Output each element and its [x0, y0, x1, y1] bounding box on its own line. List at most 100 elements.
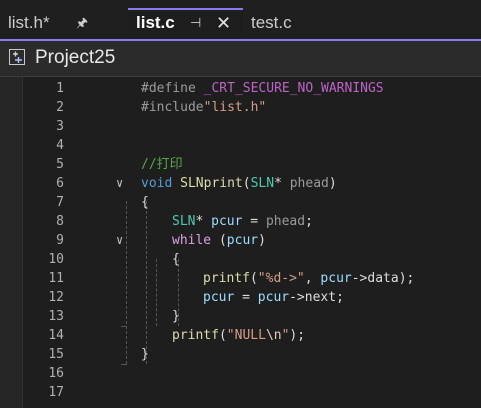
tab-label: list.c [136, 13, 175, 32]
code-text: while (pcur) [172, 231, 266, 250]
code-line[interactable]: 1 #define _CRT_SECURE_NO_WARNINGS [0, 79, 481, 98]
code-line[interactable]: 7 { [0, 193, 481, 212]
code-token: SLN [172, 214, 196, 229]
code-token: "NULL [226, 328, 266, 343]
line-number: 17 [48, 385, 64, 400]
code-token: phead [265, 214, 306, 229]
tab-bar: list.h* 🖈 list.c ⊣ ✕ test.c [0, 0, 481, 41]
code-token: = [242, 214, 266, 229]
code-token: \n [265, 328, 282, 343]
code-token: "%d->" [257, 271, 305, 286]
code-token: pcur [226, 233, 259, 248]
code-brace: } [141, 347, 149, 362]
line-number: 1 [56, 81, 64, 96]
tab-label: test.c [251, 13, 292, 32]
code-token: SLNprint [180, 176, 243, 191]
code-line[interactable]: 5 //打印 [0, 155, 481, 174]
code-line[interactable]: 12 pcur = pcur->next; [0, 288, 481, 307]
close-icon[interactable]: ✕ [216, 8, 231, 38]
project-icon [9, 49, 25, 65]
code-token: = [234, 290, 258, 305]
code-token: pcur [320, 271, 352, 286]
line-number: 3 [56, 119, 64, 134]
line-number: 8 [56, 214, 64, 229]
code-token: ; [336, 290, 344, 305]
code-token: * [274, 176, 290, 191]
code-token: ) [328, 176, 337, 191]
line-number: 14 [48, 328, 64, 343]
code-line[interactable]: 13 } [0, 307, 481, 326]
tab-list-c[interactable]: list.c ⊣ ✕ [128, 8, 243, 40]
fold-chevron-icon[interactable]: ∨ [116, 174, 123, 193]
code-token: void [141, 176, 173, 191]
pin-icon[interactable]: ⊣ [190, 8, 201, 38]
code-line[interactable]: 11 printf("%d->", pcur->data); [0, 269, 481, 288]
tab-label: list.h* [8, 13, 50, 32]
code-line[interactable]: 15 } [0, 345, 481, 364]
line-number: 5 [56, 157, 64, 172]
code-token: "list.h" [203, 100, 267, 115]
code-token: pcur [211, 214, 243, 229]
line-number: 7 [56, 195, 64, 210]
code-brace: } [172, 309, 180, 324]
fold-chevron-icon[interactable]: ∨ [116, 231, 123, 250]
code-token: ); [398, 271, 415, 286]
pin-icon[interactable]: 🖈 [76, 8, 88, 38]
code-text: printf("NULL\n"); [172, 326, 305, 345]
code-token: ) [258, 233, 266, 248]
line-number: 2 [56, 100, 64, 115]
code-token: ( [218, 328, 227, 343]
code-token: ( [211, 233, 227, 248]
code-token: _CRT_SECURE_NO_WARNINGS [203, 81, 384, 96]
code-token: #include [141, 100, 204, 115]
code-token: ( [249, 271, 258, 286]
code-line[interactable]: 10 { [0, 250, 481, 269]
code-text: #define _CRT_SECURE_NO_WARNINGS [141, 79, 384, 98]
code-line[interactable]: 2 #include"list.h" [0, 98, 481, 117]
code-line[interactable]: 3 [0, 117, 481, 136]
line-number: 10 [48, 252, 64, 267]
line-number: 16 [48, 366, 64, 381]
code-token: pcur [203, 290, 235, 305]
line-number: 13 [48, 309, 64, 324]
code-line[interactable]: 16 [0, 364, 481, 383]
code-editor[interactable]: 1 #define _CRT_SECURE_NO_WARNINGS 2 #inc… [0, 77, 481, 408]
line-number: 15 [48, 347, 64, 362]
code-line[interactable]: 8 SLN* pcur = phead; [0, 212, 481, 231]
code-token: printf [203, 271, 250, 286]
code-line[interactable]: 4 [0, 136, 481, 155]
code-token: next [304, 290, 337, 305]
code-text: pcur = pcur->next; [203, 288, 344, 307]
code-brace: { [172, 252, 180, 267]
line-number: 11 [48, 271, 64, 286]
code-line[interactable]: 14 printf("NULL\n"); [0, 326, 481, 345]
code-text: SLN* pcur = phead; [172, 212, 313, 231]
code-text: void SLNprint(SLN* phead) [141, 174, 337, 193]
code-token: -> [289, 290, 305, 305]
code-text: printf("%d->", pcur->data); [203, 269, 414, 288]
code-token: -> [351, 271, 368, 286]
code-token: ); [289, 328, 306, 343]
navigation-bar: Project25 [0, 41, 481, 77]
tab-test-c[interactable]: test.c [243, 8, 333, 40]
line-number: 4 [56, 138, 64, 153]
code-line[interactable]: 6 ∨ void SLNprint(SLN* phead) [0, 174, 481, 193]
code-comment: //打印 [141, 157, 183, 172]
code-line[interactable]: 9 ∨ while (pcur) [0, 231, 481, 250]
code-text: #include"list.h" [141, 98, 266, 117]
code-token: #define [141, 81, 196, 96]
tab-list-h[interactable]: list.h* 🖈 [0, 8, 128, 40]
code-token: * [195, 214, 212, 229]
code-token: printf [172, 328, 219, 343]
code-token: ; [305, 214, 313, 229]
code-token: pcur [257, 290, 290, 305]
code-brace: { [141, 195, 149, 210]
line-number: 12 [48, 290, 64, 305]
project-title[interactable]: Project25 [35, 47, 115, 69]
code-token: ( [242, 176, 251, 191]
line-number: 9 [56, 233, 64, 248]
code-token: data [367, 271, 399, 286]
code-line[interactable]: 17 [0, 383, 481, 402]
